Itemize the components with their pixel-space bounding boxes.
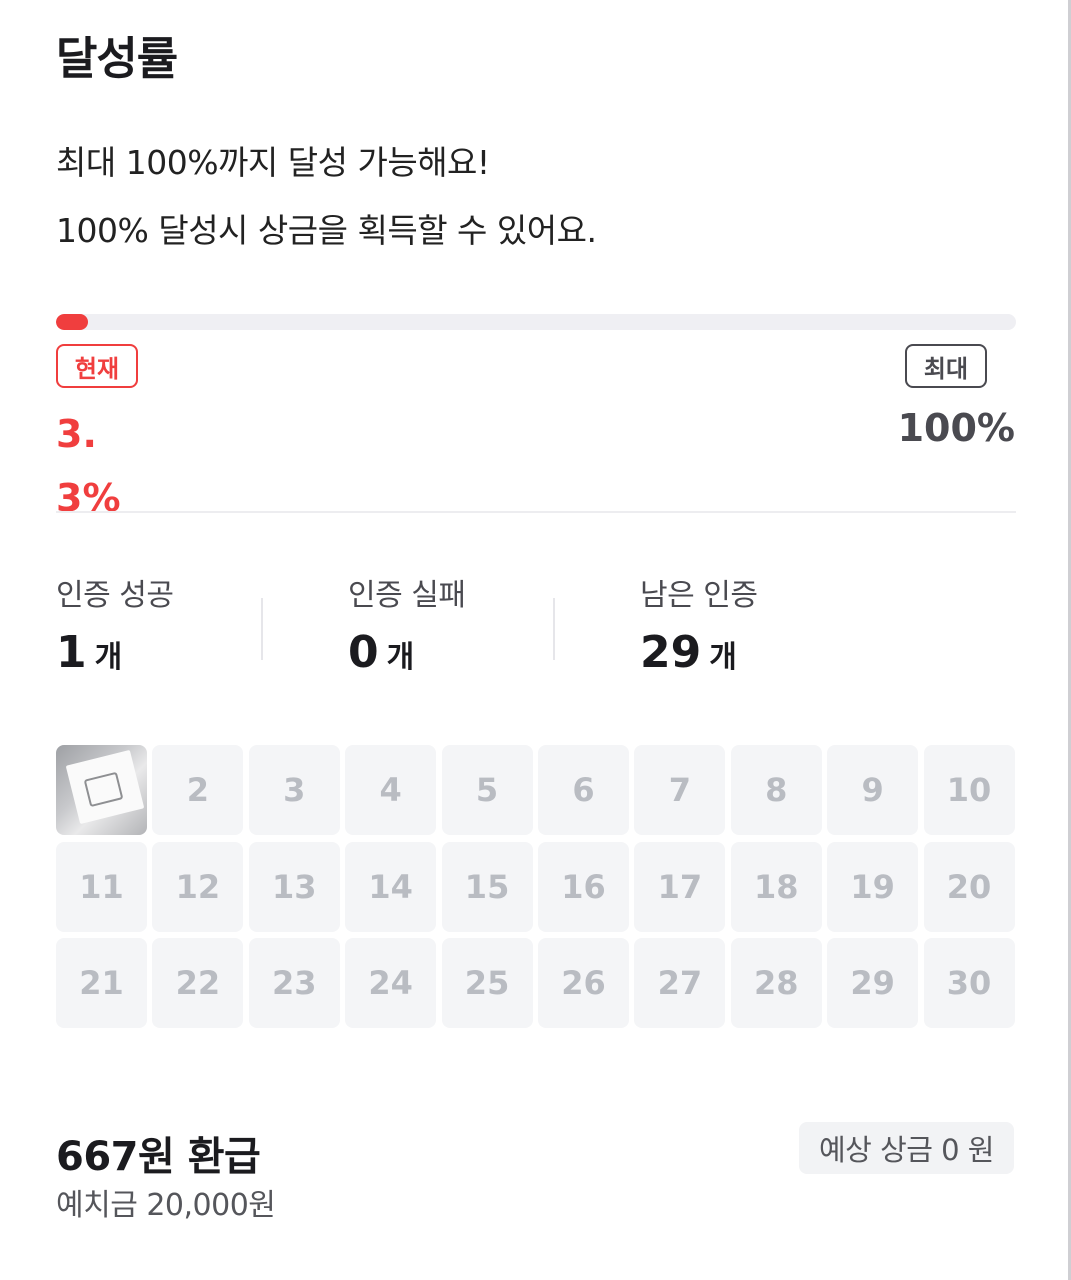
day-cell[interactable]: 14	[345, 841, 437, 932]
description-line-1: 최대 100%까지 달성 가능해요!	[56, 143, 490, 182]
day-cell[interactable]: 24	[345, 938, 437, 1028]
day-cell[interactable]: 19	[827, 841, 919, 932]
day-cell[interactable]: 15	[441, 841, 533, 932]
stat-success: 인증 성공 1개	[56, 570, 174, 683]
description-line-2: 100% 달성시 상금을 획득할 수 있어요.	[56, 211, 597, 250]
divider	[56, 511, 1016, 513]
stat-value: 29 개	[640, 628, 757, 683]
stat-label: 인증 성공	[56, 578, 174, 613]
day-cell[interactable]: 21	[56, 938, 147, 1028]
day-cell[interactable]: 16	[537, 841, 629, 932]
progress-bar	[56, 314, 1016, 330]
deposit-amount: 예치금 20,000원	[56, 1188, 276, 1223]
day-cell[interactable]: 10	[923, 745, 1015, 835]
day-cell[interactable]: 9	[827, 745, 919, 835]
day-cell[interactable]: 11	[56, 841, 147, 932]
stat-number: 29	[640, 627, 702, 678]
refund-amount: 667원 환급	[56, 1134, 261, 1180]
current-badge: 현재	[56, 344, 138, 388]
day-cell[interactable]: 29	[827, 938, 919, 1028]
max-badge: 최대	[905, 344, 987, 388]
day-cell[interactable]: 28	[730, 938, 822, 1028]
stat-label: 남은 인증	[640, 578, 758, 613]
day-cell-photo[interactable]	[56, 745, 147, 835]
day-cell[interactable]: 13	[248, 841, 340, 932]
day-cell[interactable]: 17	[634, 841, 726, 932]
day-cell[interactable]: 23	[248, 938, 340, 1028]
day-cell[interactable]: 26	[537, 938, 629, 1028]
stat-failure: 인증 실패 0개	[348, 570, 466, 683]
expected-prize-chip: 예상 상금 0 원	[799, 1122, 1014, 1174]
proof-photo-thumbnail	[65, 749, 145, 825]
max-percent: 100%	[897, 406, 1015, 450]
stat-separator	[261, 598, 263, 660]
progress-fill	[56, 314, 88, 330]
stat-remaining: 남은 인증 29 개	[640, 570, 758, 683]
stat-unit: 개	[94, 640, 123, 675]
day-cell[interactable]: 30	[923, 938, 1015, 1028]
stat-unit: 개	[709, 640, 737, 675]
stat-number: 1	[56, 627, 87, 678]
day-cell[interactable]: 6	[537, 745, 629, 835]
day-cell[interactable]: 12	[152, 841, 244, 932]
day-cell[interactable]: 18	[730, 841, 822, 932]
day-cell[interactable]: 27	[634, 938, 726, 1028]
stat-number: 0	[348, 627, 379, 678]
day-cell[interactable]: 7	[634, 745, 726, 835]
stat-value: 0개	[348, 628, 465, 683]
day-cell[interactable]: 4	[345, 745, 437, 835]
day-cell[interactable]: 3	[248, 745, 340, 835]
day-cell[interactable]: 25	[441, 938, 533, 1028]
stat-value: 1개	[56, 628, 173, 683]
day-cell[interactable]: 22	[152, 938, 244, 1028]
day-grid: 2 3 4 5 6 7 8 9 10 11 12 13 14 15 16 17 18 19 20 21 22 23 24 25…	[56, 745, 1016, 1028]
day-cell[interactable]: 8	[730, 745, 822, 835]
section-title: 달성률	[56, 32, 178, 85]
day-cell[interactable]: 2	[152, 745, 244, 835]
stat-unit: 개	[386, 640, 415, 675]
day-cell[interactable]: 20	[923, 841, 1015, 932]
stat-label: 인증 실패	[348, 578, 466, 613]
stat-separator	[553, 598, 555, 660]
day-cell[interactable]: 5	[441, 745, 533, 835]
